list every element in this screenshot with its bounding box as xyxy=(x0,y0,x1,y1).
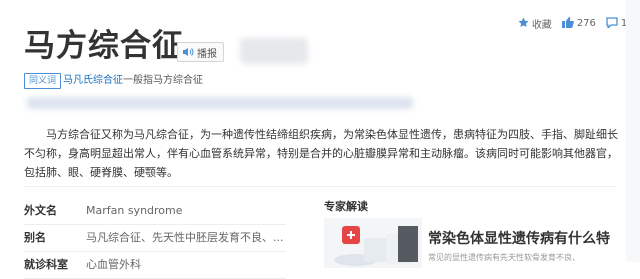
info-value: Marfan syndrome xyxy=(86,204,183,217)
summary-paragraph: 马方综合征又称为马凡综合征，为一种遗传性结缔组织疾病，为常染色体显性遗传，患病特… xyxy=(24,128,618,179)
like-button[interactable]: 276 xyxy=(561,16,596,31)
thumbs-up-icon xyxy=(561,16,574,31)
info-row: 别名 马凡综合征、先天性中胚层发育不良、... xyxy=(24,225,286,252)
info-key: 别名 xyxy=(24,231,46,244)
star-icon xyxy=(518,17,529,31)
info-row: 外文名 Marfan syndrome xyxy=(24,198,286,225)
synonym-link[interactable]: 马凡氏综合征 xyxy=(63,75,123,86)
info-row: 就诊科室 心血管外科 xyxy=(24,252,286,279)
favorite-label: 收藏 xyxy=(531,20,552,31)
page-title: 马方综合征 xyxy=(24,28,184,64)
speak-label: 播报 xyxy=(197,48,217,60)
blurred-content xyxy=(26,97,414,109)
blurred-content xyxy=(240,38,308,64)
synonym-line: 马凡氏综合征一般指马方综合征 xyxy=(63,73,203,89)
info-key: 就诊科室 xyxy=(24,258,68,271)
expert-heading: 专家解读 xyxy=(324,200,368,213)
expert-card-description: 常见的显性遗传病有先天性软骨发育不良、 xyxy=(428,253,580,262)
speaker-icon xyxy=(182,47,194,57)
info-value: 心血管外科 xyxy=(86,258,141,271)
expert-card-title[interactable]: 常染色体显性遗传病有什么特 xyxy=(428,228,610,248)
speak-button[interactable]: 播报 xyxy=(177,42,224,62)
synonym-tag: 同义词 xyxy=(24,73,62,89)
info-value: 马凡综合征、先天性中胚层发育不良、... xyxy=(86,231,284,244)
info-key: 外文名 xyxy=(24,204,57,217)
info-table: 外文名 Marfan syndrome 别名 马凡综合征、先天性中胚层发育不良、… xyxy=(24,198,286,279)
expert-thumbnail[interactable] xyxy=(324,218,422,268)
scroll-edge xyxy=(626,0,640,262)
favorite-button[interactable]: 收藏 xyxy=(518,16,552,31)
like-count: 276 xyxy=(576,18,596,29)
synonym-text: 一般指马方综合征 xyxy=(123,75,203,86)
top-actions: 收藏 276 151 xyxy=(518,16,640,31)
divider xyxy=(24,186,616,187)
share-icon xyxy=(606,16,618,31)
